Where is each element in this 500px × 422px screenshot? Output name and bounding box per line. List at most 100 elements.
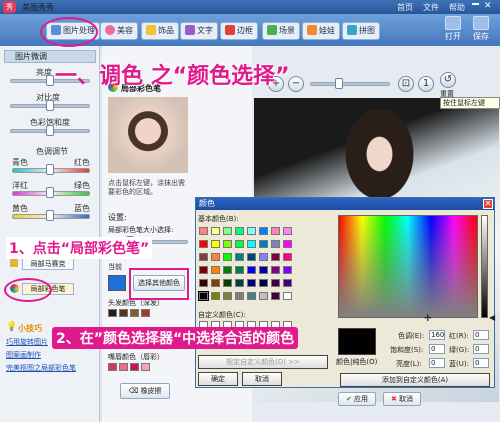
actual-size-icon[interactable]: 1 — [418, 76, 434, 92]
tab-decorations[interactable]: 饰品 — [141, 22, 179, 40]
basic-color-swatch[interactable] — [211, 292, 220, 300]
saturation-field[interactable]: 0 — [429, 344, 445, 354]
basic-color-swatch[interactable] — [247, 253, 256, 261]
basic-color-swatch[interactable] — [271, 266, 280, 274]
tab-beauty[interactable]: 美容 — [100, 22, 138, 40]
basic-color-swatch[interactable] — [211, 266, 220, 274]
close-window-icon[interactable]: ✕ — [484, 1, 492, 11]
tab-scenes[interactable]: 场景 — [262, 22, 300, 40]
eraser-button[interactable]: ⌫ 橡皮擦 — [120, 383, 170, 399]
basic-color-swatch[interactable] — [271, 253, 280, 261]
brightness-thumb[interactable] — [46, 75, 54, 86]
basic-color-swatch[interactable] — [235, 279, 244, 287]
luminance-bar[interactable] — [481, 215, 488, 318]
zoom-slider[interactable] — [310, 82, 390, 86]
basic-color-swatch[interactable] — [283, 240, 292, 248]
basic-color-swatch[interactable] — [223, 253, 232, 261]
tip-link-rotate[interactable]: 巧用旋转图片 — [6, 337, 48, 347]
reset-icon[interactable]: ↺ — [440, 72, 456, 88]
hue-field[interactable]: 160 — [429, 330, 445, 340]
cyan-red-thumb[interactable] — [46, 164, 54, 175]
basic-color-swatch[interactable] — [223, 292, 232, 300]
basic-color-swatch[interactable] — [198, 291, 209, 301]
basic-color-swatch[interactable] — [211, 227, 220, 235]
tip-link-cutout[interactable]: 完美抠图之局部彩色笔 — [6, 363, 76, 373]
basic-color-swatch[interactable] — [271, 279, 280, 287]
hair-swatch-2[interactable] — [119, 309, 128, 317]
basic-color-swatch[interactable] — [283, 253, 292, 261]
dialog-cancel-button[interactable]: 取消 — [242, 372, 282, 386]
basic-color-swatch[interactable] — [247, 266, 256, 274]
fit-icon[interactable]: ⊡ — [398, 76, 414, 92]
add-custom-color-button[interactable]: 添加到自定义颜色(A) — [340, 373, 490, 387]
basic-color-swatch[interactable] — [199, 253, 208, 261]
basic-color-swatch[interactable] — [235, 292, 244, 300]
hair-swatch-4[interactable] — [141, 309, 150, 317]
hair-swatch-1[interactable] — [108, 309, 117, 317]
basic-color-swatch[interactable] — [223, 240, 232, 248]
menu-help[interactable]: 帮助 — [449, 2, 465, 13]
basic-color-swatch[interactable] — [247, 227, 256, 235]
basic-color-swatch[interactable] — [199, 240, 208, 248]
local-mosaic-button[interactable]: 局部马赛克 — [22, 258, 74, 270]
red-field[interactable]: 0 — [473, 330, 489, 340]
lip-swatch-1[interactable] — [108, 363, 117, 371]
basic-color-swatch[interactable] — [259, 292, 268, 300]
open-button[interactable]: 打开 — [442, 16, 464, 42]
yellow-blue-thumb[interactable] — [46, 210, 54, 221]
basic-color-swatch[interactable] — [199, 227, 208, 235]
luminance-field[interactable]: 0 — [429, 358, 445, 368]
lip-swatch-4[interactable] — [141, 363, 150, 371]
current-color-swatch[interactable] — [108, 275, 126, 291]
basic-color-swatch[interactable] — [223, 266, 232, 274]
tab-dolls[interactable]: 娃娃 — [302, 22, 340, 40]
basic-color-swatch[interactable] — [199, 279, 208, 287]
dialog-close-icon[interactable]: ✕ — [483, 199, 493, 209]
basic-color-swatch[interactable] — [223, 279, 232, 287]
blue-field[interactable]: 0 — [473, 358, 489, 368]
basic-color-swatch[interactable] — [235, 253, 244, 261]
basic-color-swatch[interactable] — [259, 279, 268, 287]
zoom-thumb[interactable] — [335, 78, 343, 89]
hair-swatch-3[interactable] — [130, 309, 139, 317]
basic-color-swatch[interactable] — [259, 227, 268, 235]
basic-color-swatch[interactable] — [211, 240, 220, 248]
define-custom-colors-button[interactable]: 规定自定义颜色(D) >> — [198, 355, 328, 369]
minimize-icon[interactable] — [472, 3, 479, 5]
basic-color-swatch[interactable] — [271, 292, 280, 300]
menu-home[interactable]: 首页 — [397, 2, 413, 13]
basic-color-swatch[interactable] — [235, 240, 244, 248]
luminance-arrow-icon[interactable]: ◀ — [489, 313, 495, 322]
lip-swatch-3[interactable] — [130, 363, 139, 371]
basic-color-swatch[interactable] — [283, 279, 292, 287]
ok-button[interactable]: 确定 — [198, 372, 238, 386]
basic-color-swatch[interactable] — [283, 227, 292, 235]
basic-color-swatch[interactable] — [235, 266, 244, 274]
basic-color-swatch[interactable] — [283, 292, 292, 300]
basic-color-swatch[interactable] — [283, 266, 292, 274]
basic-color-swatch[interactable] — [235, 227, 244, 235]
tab-frames[interactable]: 边框 — [220, 22, 258, 40]
basic-color-swatch[interactable] — [223, 227, 232, 235]
magenta-green-thumb[interactable] — [46, 187, 54, 198]
basic-color-swatch[interactable] — [199, 266, 208, 274]
saturation-thumb[interactable] — [46, 125, 54, 136]
apply-button[interactable]: ✔ 应用 — [338, 392, 376, 406]
basic-color-swatch[interactable] — [211, 279, 220, 287]
color-spectrum[interactable] — [338, 215, 478, 318]
menu-file[interactable]: 文件 — [423, 2, 439, 13]
basic-color-swatch[interactable] — [271, 227, 280, 235]
zoom-out-icon[interactable]: − — [288, 76, 304, 92]
basic-color-swatch[interactable] — [259, 266, 268, 274]
basic-color-swatch[interactable] — [211, 253, 220, 261]
green-field[interactable]: 0 — [473, 344, 489, 354]
basic-color-swatch[interactable] — [247, 292, 256, 300]
basic-color-swatch[interactable] — [247, 279, 256, 287]
save-button[interactable]: 保存 — [470, 16, 492, 42]
basic-color-swatch[interactable] — [247, 240, 256, 248]
basic-color-swatch[interactable] — [259, 240, 268, 248]
tab-text[interactable]: 文字 — [180, 22, 218, 40]
basic-color-swatch[interactable] — [271, 240, 280, 248]
tip-link-pattern[interactable]: 图案画制作 — [6, 350, 41, 360]
contrast-thumb[interactable] — [46, 100, 54, 111]
